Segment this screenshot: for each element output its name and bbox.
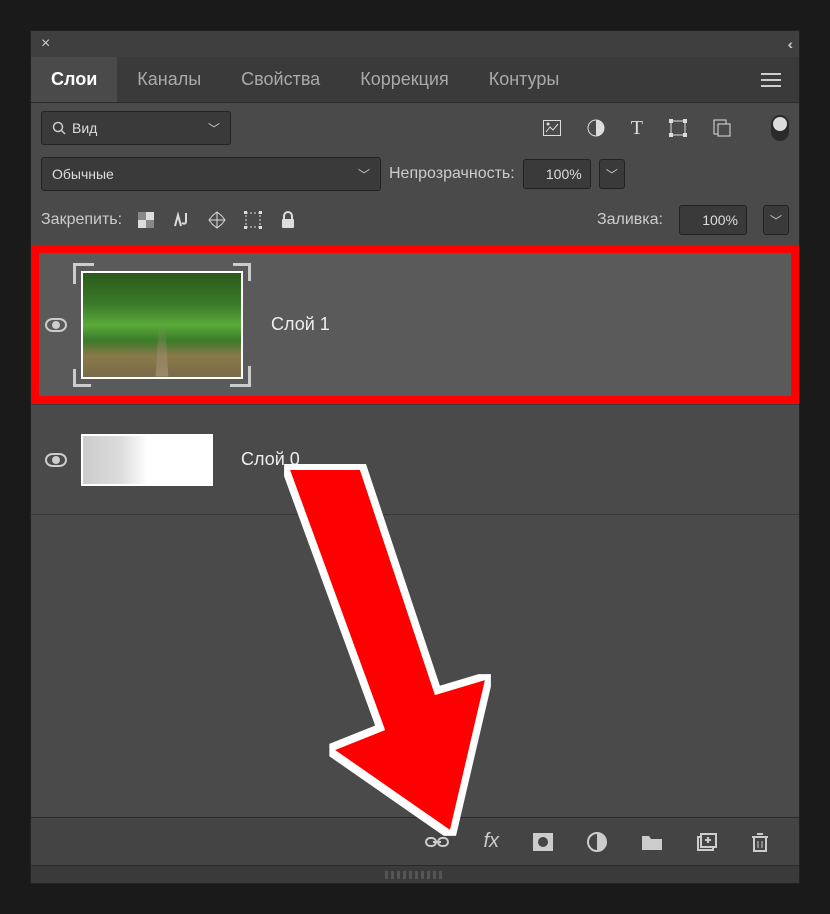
filter-adjustment-icon[interactable] xyxy=(587,119,605,137)
panel-tabs: Слои Каналы Свойства Коррекция Контуры xyxy=(31,57,799,103)
tab-channels[interactable]: Каналы xyxy=(117,57,221,102)
opacity-label: Непрозрачность: xyxy=(389,165,515,183)
add-adjustment-icon[interactable] xyxy=(587,832,607,852)
new-group-icon[interactable] xyxy=(641,833,663,851)
tab-properties[interactable]: Свойства xyxy=(221,57,340,102)
tab-layers[interactable]: Слои xyxy=(31,57,117,102)
filter-row: Вид ﹀ T xyxy=(31,103,799,153)
filter-toggle[interactable] xyxy=(771,115,789,141)
panel-body: Вид ﹀ T xyxy=(31,103,799,883)
blend-mode-select[interactable]: Обычные ﹀ xyxy=(41,157,381,191)
lock-row: Закрепить: Заливка: xyxy=(31,199,799,245)
tab-paths[interactable]: Контуры xyxy=(469,57,580,102)
visibility-eye-icon[interactable] xyxy=(45,453,67,467)
layers-panel: × ‹‹ Слои Каналы Свойства Коррекция Конт… xyxy=(30,30,800,884)
opacity-input[interactable]: 100% xyxy=(523,159,591,189)
panel-menu-icon[interactable] xyxy=(753,72,789,88)
blend-row: Обычные ﹀ Непрозрачность: 100% ﹀ xyxy=(31,153,799,199)
fill-input[interactable]: 100% xyxy=(679,205,747,235)
new-layer-icon[interactable] xyxy=(697,833,717,851)
fill-label: Заливка: xyxy=(597,211,663,229)
layer-row[interactable]: Слой 1 xyxy=(31,245,799,405)
layer-fx-icon[interactable]: fx xyxy=(483,830,499,853)
filter-smartobject-icon[interactable] xyxy=(713,119,731,137)
layer-row[interactable]: Слой 0 xyxy=(31,405,799,515)
fill-value: 100% xyxy=(702,212,738,228)
layers-list: Слой 1 Слой 0 xyxy=(31,245,799,817)
blend-mode-value: Обычные xyxy=(52,166,114,182)
chevron-down-icon: ﹀ xyxy=(208,120,220,137)
filter-shape-icon[interactable] xyxy=(669,119,687,137)
filter-kind-label: Вид xyxy=(72,120,97,136)
lock-artboard-icon[interactable] xyxy=(244,211,262,229)
add-mask-icon[interactable] xyxy=(533,833,553,851)
lock-position-icon[interactable] xyxy=(208,211,226,229)
delete-layer-icon[interactable] xyxy=(751,832,769,852)
filter-kind-select[interactable]: Вид ﹀ xyxy=(41,111,231,145)
close-icon[interactable]: × xyxy=(41,35,50,53)
panel-titlebar: × ‹‹ xyxy=(31,31,799,57)
filter-type-icon[interactable]: T xyxy=(631,117,643,140)
layer-name[interactable]: Слой 0 xyxy=(241,449,300,470)
lock-transparent-icon[interactable] xyxy=(138,212,154,228)
panel-resize-grip[interactable] xyxy=(31,865,799,883)
layer-name[interactable]: Слой 1 xyxy=(271,314,330,335)
layer-thumbnail[interactable] xyxy=(81,271,243,379)
chevron-down-icon: ﹀ xyxy=(358,166,370,183)
opacity-dropdown[interactable]: ﹀ xyxy=(599,159,625,189)
filter-pixel-icon[interactable] xyxy=(543,120,561,136)
lock-all-icon[interactable] xyxy=(280,211,296,229)
filter-type-icons: T xyxy=(543,117,731,140)
layers-bottom-toolbar: fx xyxy=(31,817,799,865)
opacity-value: 100% xyxy=(546,166,582,182)
visibility-eye-icon[interactable] xyxy=(45,318,67,332)
lock-label: Закрепить: xyxy=(41,211,122,229)
link-layers-icon[interactable] xyxy=(425,835,449,849)
collapse-icon[interactable]: ‹‹ xyxy=(788,36,789,52)
fill-dropdown[interactable]: ﹀ xyxy=(763,205,789,235)
layer-thumbnail[interactable] xyxy=(81,434,213,486)
tab-adjustments[interactable]: Коррекция xyxy=(340,57,469,102)
lock-image-icon[interactable] xyxy=(172,211,190,229)
